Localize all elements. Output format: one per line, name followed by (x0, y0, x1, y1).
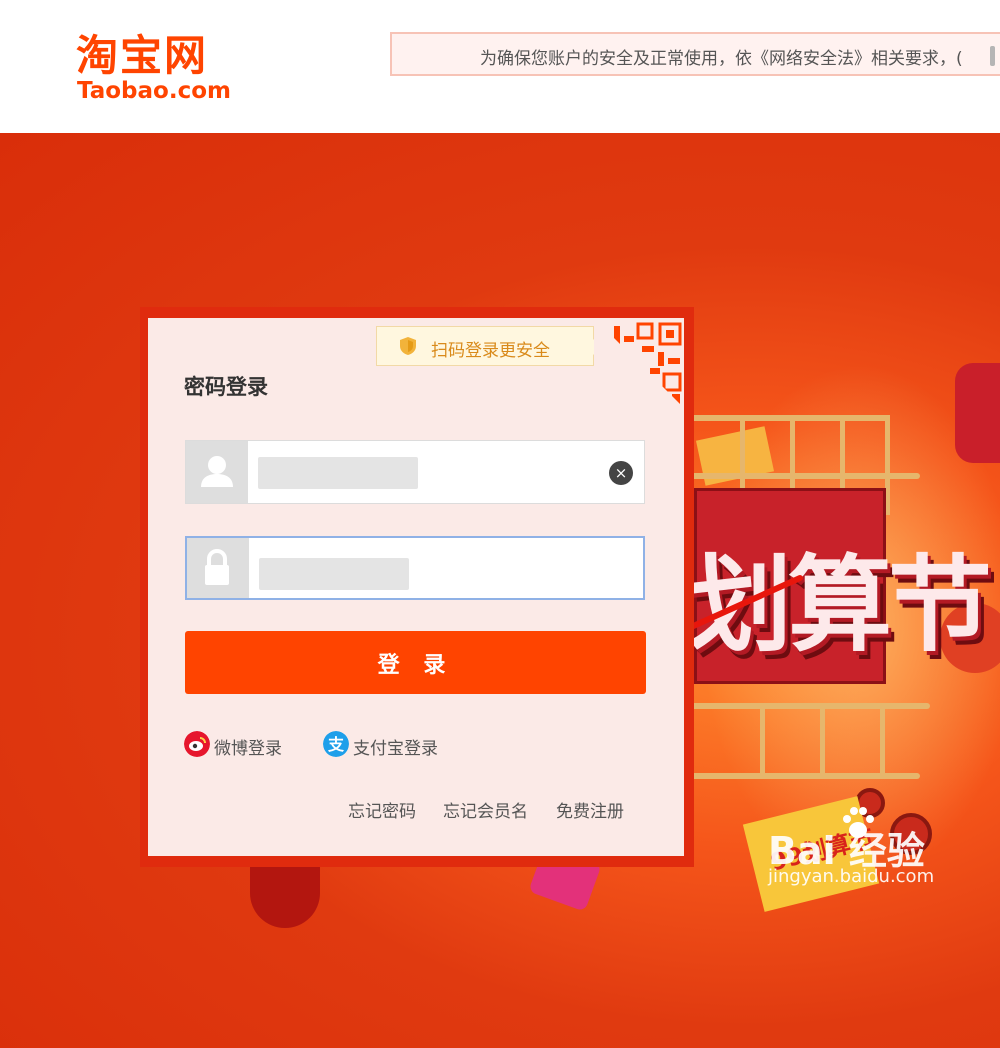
cart-bar (760, 708, 765, 778)
security-notice-bar: 为确保您账户的安全及正常使用，依《网络安全法》相关要求，( (390, 32, 1000, 76)
shield-icon (400, 337, 416, 355)
alipay-icon: 支 (323, 731, 349, 757)
login-button[interactable]: 登 录 (185, 631, 646, 694)
watermark-url: jingyan.baidu.com (768, 866, 935, 887)
qr-login-tip[interactable]: 扫码登录更安全 (376, 326, 602, 366)
svg-text:支: 支 (327, 735, 345, 754)
username-value-blurred (258, 457, 418, 489)
cart-rail (690, 773, 920, 779)
forgot-username-link[interactable]: 忘记会员名 (443, 797, 528, 822)
taobao-logo[interactable]: 淘宝网 Taobao.com (74, 31, 246, 105)
user-icon (201, 456, 233, 487)
lock-icon-box (187, 538, 249, 598)
username-field[interactable]: × (185, 440, 645, 504)
user-icon-box (186, 441, 248, 503)
qr-code-icon[interactable] (594, 318, 684, 408)
qr-tip-text: 扫码登录更安全 (431, 341, 550, 361)
lock-icon (205, 548, 229, 585)
logo-text-en: Taobao.com (77, 78, 231, 104)
account-help-links: 忘记密码 忘记会员名 免费注册 (348, 797, 648, 822)
cart-bar (880, 708, 885, 778)
site-header: 淘宝网 Taobao.com 为确保您账户的安全及正常使用，依《网络安全法》相关… (0, 0, 1000, 133)
cart-rail (690, 703, 930, 709)
weibo-login-link[interactable]: 微博登录 (184, 731, 304, 759)
logo-text-cn: 淘宝网 (76, 31, 209, 80)
password-field[interactable] (185, 536, 645, 600)
alipay-login-link[interactable]: 支 支付宝登录 (323, 731, 453, 759)
login-title: 密码登录 (184, 375, 268, 399)
weibo-icon (184, 731, 210, 757)
notice-scrollbar[interactable] (990, 46, 995, 66)
register-link[interactable]: 免费注册 (556, 797, 624, 822)
clear-icon[interactable]: × (609, 461, 633, 485)
login-panel: 扫码登录更安全 密码登录 × 登 录 微博登录 支 支付宝登录 忘记密码 忘记会… (148, 318, 684, 856)
balloon-decoration (955, 363, 1000, 463)
forgot-password-link[interactable]: 忘记密码 (348, 797, 416, 822)
cart-bar (820, 708, 825, 778)
weibo-login-label: 微博登录 (214, 739, 282, 759)
security-notice-text: 为确保您账户的安全及正常使用，依《网络安全法》相关要求，( (480, 49, 963, 69)
password-value-blurred (259, 558, 409, 590)
alipay-login-label: 支付宝登录 (353, 739, 438, 759)
